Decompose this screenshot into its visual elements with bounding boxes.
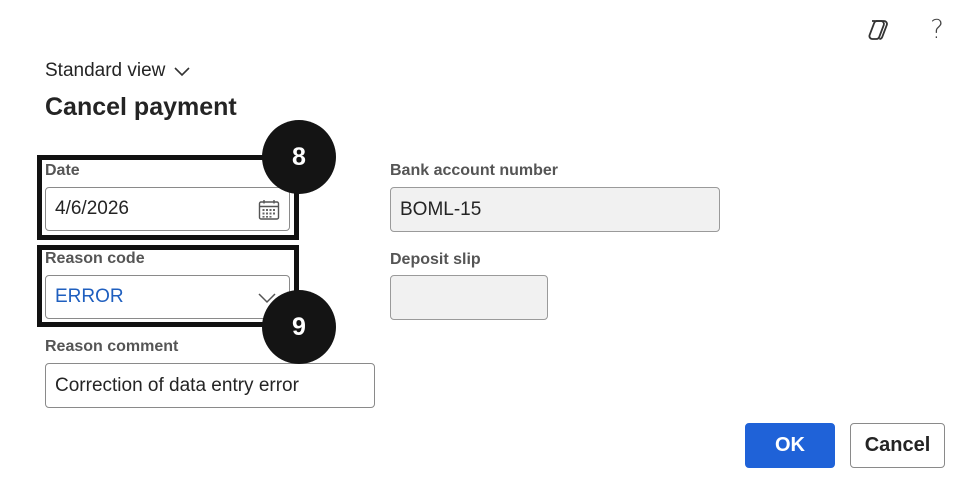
help-glyph: ?	[930, 15, 944, 45]
cancel-payment-dialog: ? Standard view Cancel payment Date 4/6/…	[0, 0, 974, 501]
deposit-slip-field	[390, 275, 548, 320]
reason-code-highlight-box	[37, 245, 299, 327]
ok-button[interactable]: OK	[745, 423, 835, 468]
deposit-slip-label: Deposit slip	[390, 251, 481, 268]
callout-badge-9: 9	[262, 290, 336, 364]
reason-comment-label: Reason comment	[45, 338, 179, 355]
callout-badge-8: 8	[262, 120, 336, 194]
bank-account-number-value: BOML-15	[400, 198, 482, 220]
reason-comment-value: Correction of data entry error	[55, 374, 299, 396]
view-selector-label: Standard view	[45, 60, 166, 81]
help-icon[interactable]: ?	[922, 14, 952, 46]
page-title: Cancel payment	[45, 93, 237, 121]
bank-account-number-field: BOML-15	[390, 187, 720, 232]
copilot-icon[interactable]	[863, 14, 893, 46]
cancel-button[interactable]: Cancel	[850, 423, 945, 468]
bank-account-number-label: Bank account number	[390, 162, 559, 179]
chevron-down-icon	[174, 67, 190, 77]
view-selector[interactable]: Standard view	[45, 60, 191, 82]
date-highlight-box	[37, 155, 299, 240]
reason-comment-field[interactable]: Correction of data entry error	[45, 363, 375, 408]
